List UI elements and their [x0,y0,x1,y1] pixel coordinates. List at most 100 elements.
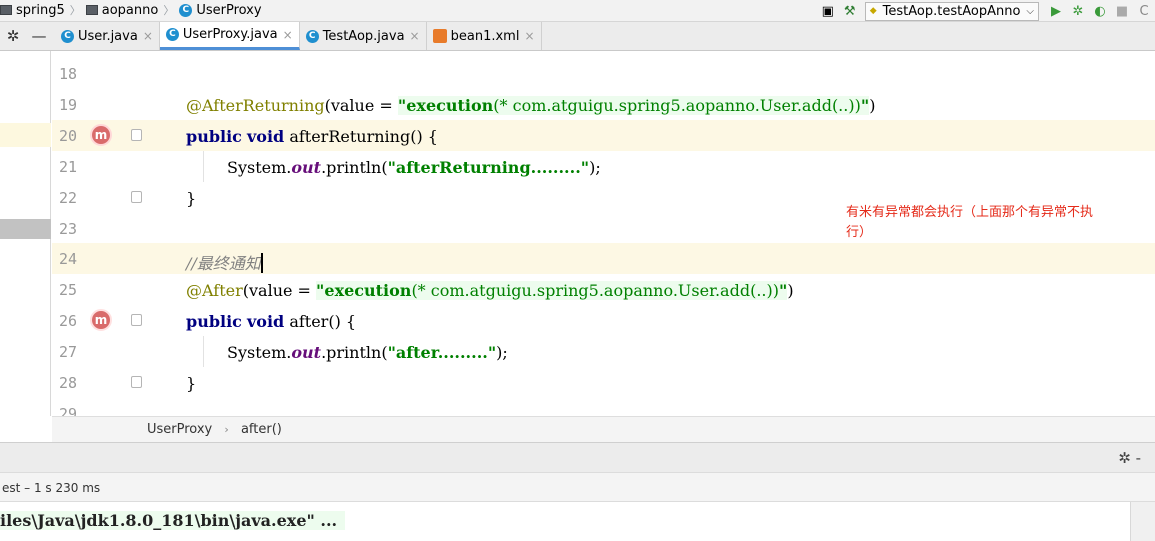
class-icon: C [165,28,179,41]
annotation-note: 有米有异常都会执行（上面那个有异常不执行） [846,205,1094,240]
comment: //最终通知 [186,254,261,273]
project-panel-tools: ✲ — [0,22,52,50]
line-number: 24 [59,250,78,268]
code-fragment: ); [496,343,508,362]
breadcrumb-item-class[interactable]: UserProxy [147,422,212,437]
editor-breadcrumb: UserProxy › after() [52,416,1155,442]
keyword: void [247,312,285,331]
fold-icon[interactable] [131,314,142,326]
tab-label: TestAop.java [322,28,405,44]
code-text: public void after() { [186,312,356,331]
code-fragment: (value = [242,281,317,300]
line-number: 26 [59,312,78,330]
breadcrumb-item-aopanno[interactable]: aopanno [85,3,158,18]
code-line: 19 @AfterReturning(value = "execution(* … [52,89,1155,120]
code-line: 29 [52,398,1155,416]
code-fragment: ) [869,96,876,115]
keyword: void [247,127,285,146]
coverage-icon[interactable]: ◐ [1089,0,1111,22]
line-number: 22 [59,189,78,207]
tab-bean1-xml[interactable]: bean1.xml × [427,22,542,50]
line-number: 20 [59,127,78,145]
editor-tabs-bar: ✲ — C User.java × C UserProxy.java × C T… [0,22,1155,51]
code-fragment: .println( [321,158,388,177]
folder-icon [0,5,12,15]
window-layout-icon[interactable]: ▣ [817,0,839,22]
project-tree-highlight [0,123,51,147]
close-icon[interactable]: × [410,29,420,43]
fold-end-icon[interactable] [131,376,142,388]
code-text: @After(value = "execution(* com.atguigu.… [186,281,794,300]
test-config-icon: ◆ [869,6,877,16]
code-text: System.out.println("after........."); [227,343,508,362]
code-text: //最终通知 [186,250,263,274]
static-field: out [291,343,322,362]
close-icon[interactable]: × [524,29,534,43]
code-line: 26 m public void after() { [52,305,1155,336]
line-number: 18 [59,65,78,83]
toolbar: ▣ ⚒ ◆ TestAop.testAopAnno ⌵ ▶ ✲ ◐ ■ C [817,0,1155,22]
indent-guide [203,151,204,182]
string-part: (* com.atguigu.spring5.aopanno.User.add(… [411,281,779,300]
tab-label: User.java [78,28,138,44]
stop-icon[interactable]: ■ [1111,0,1133,22]
tab-label: UserProxy.java [182,27,278,42]
run-icon[interactable]: ▶ [1045,0,1067,22]
line-number: 28 [59,374,78,392]
tab-user-java[interactable]: C User.java × [55,22,160,50]
code-fragment: ) [787,281,794,300]
string-literal: "afterReturning........." [387,158,590,177]
code-fragment: after() { [284,312,357,331]
keyword: public [186,127,242,146]
project-panel[interactable] [0,51,51,416]
keyword: public [186,312,242,331]
code-fragment: afterReturning() { [284,127,438,146]
gear-icon[interactable]: ✲ - [1118,449,1141,467]
method-override-icon[interactable]: m [90,124,112,146]
chevron-right-icon: 〉 [163,4,175,17]
chevron-right-icon: › [224,423,229,436]
build-hammer-icon[interactable]: ⚒ [839,0,861,22]
console-line: iles\Java\jdk1.8.0_181\bin\java.exe" ... [0,511,346,530]
gear-icon[interactable]: ✲ [0,27,26,45]
text-caret [260,253,263,273]
code-text: public void afterReturning() { [186,127,438,146]
console-output[interactable]: iles\Java\jdk1.8.0_181\bin\java.exe" ... [0,502,1130,541]
chevron-right-icon: 〉 [69,4,81,17]
code-fragment: (value = [324,96,398,115]
xml-file-icon [432,29,447,43]
code-line: 21 System.out.println("afterReturning...… [52,151,1155,182]
minimize-icon[interactable]: — [26,27,52,45]
breadcrumb-label: spring5 [16,2,65,18]
method-override-icon[interactable]: m [90,309,112,331]
run-status-text: est – 1 s 230 ms [2,481,101,495]
debug-icon[interactable]: ✲ [1067,0,1089,22]
close-icon[interactable]: × [143,29,153,43]
code-text: } [186,189,197,208]
run-panel-header: ✲ - [0,442,1155,472]
line-number: 27 [59,343,78,361]
breadcrumb-item-userproxy[interactable]: C UserProxy [179,3,262,18]
chevron-down-icon: ⌵ [1026,5,1034,17]
navigation-bar: spring5 〉 aopanno 〉 C UserProxy ▣ ⚒ ◆ Te… [0,0,1155,22]
console-scrollbar[interactable] [1130,502,1155,541]
breadcrumb-item-method[interactable]: after() [241,422,282,437]
run-configuration-select[interactable]: ◆ TestAop.testAopAnno ⌵ [864,1,1039,21]
line-number: 25 [59,281,78,299]
code-line: 28 } [52,367,1155,398]
code-fragment: ); [589,158,601,177]
line-number: 19 [59,96,78,114]
string-literal: "execution(* com.atguigu.spring5.aopanno… [316,281,788,300]
close-icon[interactable]: × [283,28,293,42]
class-icon: C [179,3,193,17]
search-icon[interactable]: C [1133,0,1155,22]
breadcrumb-item-spring5[interactable]: spring5 [0,3,65,18]
code-line: 18 [52,58,1155,89]
code-text: @AfterReturning(value = "execution(* com… [186,96,875,115]
fold-end-icon[interactable] [131,191,142,203]
tab-testaop-java[interactable]: C TestAop.java × [300,22,427,50]
static-field: out [291,158,322,177]
fold-icon[interactable] [131,129,142,141]
tab-userproxy-java[interactable]: C UserProxy.java × [159,22,300,50]
class-icon: C [61,29,74,43]
